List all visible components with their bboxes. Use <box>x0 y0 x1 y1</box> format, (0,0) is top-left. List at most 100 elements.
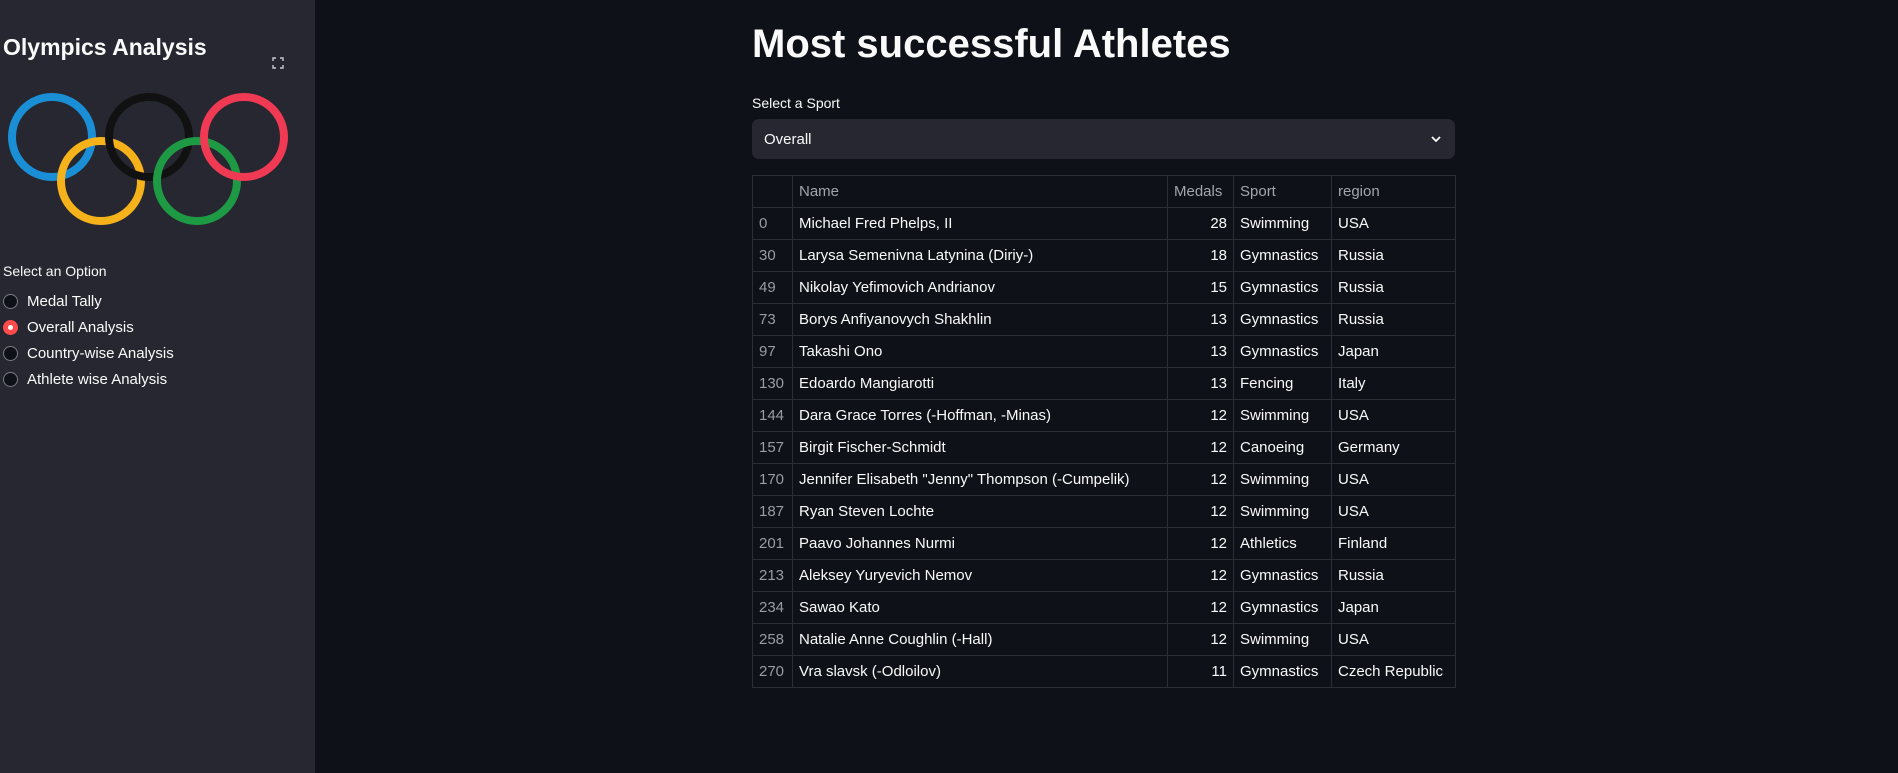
cell-name[interactable]: Michael Fred Phelps, II <box>792 207 1168 240</box>
cell-sport[interactable]: Swimming <box>1233 495 1332 528</box>
cell-medals[interactable]: 11 <box>1167 655 1234 688</box>
cell-name[interactable]: Takashi Ono <box>792 335 1168 368</box>
cell-region[interactable]: USA <box>1331 399 1456 432</box>
sport-select-value[interactable]: Overall <box>764 131 812 148</box>
cell-medals[interactable]: 12 <box>1167 527 1234 560</box>
cell-medals[interactable]: 12 <box>1167 399 1234 432</box>
athletes-table[interactable]: Name Medals Sport region 0 Michael Fred P… <box>752 175 1456 688</box>
chevron-down-icon[interactable] <box>1429 132 1443 146</box>
cell-name[interactable]: Edoardo Mangiarotti <box>792 367 1168 400</box>
column-header-region[interactable]: region <box>1331 175 1456 208</box>
cell-sport[interactable]: Gymnastics <box>1233 655 1332 688</box>
cell-region[interactable]: Russia <box>1331 239 1456 272</box>
cell-sport[interactable]: Gymnastics <box>1233 559 1332 592</box>
cell-name[interactable]: Aleksey Yuryevich Nemov <box>792 559 1168 592</box>
cell-index[interactable]: 234 <box>752 591 793 624</box>
column-header-index[interactable] <box>752 175 793 208</box>
cell-index[interactable]: 97 <box>752 335 793 368</box>
cell-name[interactable]: Nikolay Yefimovich Andrianov <box>792 271 1168 304</box>
radio-circle[interactable] <box>3 371 18 387</box>
cell-region[interactable]: Russia <box>1331 559 1456 592</box>
cell-index[interactable]: 201 <box>752 527 793 560</box>
cell-index[interactable]: 157 <box>752 431 793 464</box>
cell-region[interactable]: Germany <box>1331 431 1456 464</box>
cell-region[interactable]: Italy <box>1331 367 1456 400</box>
cell-sport[interactable]: Canoeing <box>1233 431 1332 464</box>
cell-region[interactable]: Russia <box>1331 303 1456 336</box>
cell-index[interactable]: 170 <box>752 463 793 496</box>
cell-medals[interactable]: 13 <box>1167 303 1234 336</box>
column-header-name[interactable]: Name <box>792 175 1168 208</box>
expand-icon[interactable] <box>265 51 291 75</box>
cell-medals[interactable]: 13 <box>1167 335 1234 368</box>
cell-sport[interactable]: Swimming <box>1233 399 1332 432</box>
cell-index[interactable]: 73 <box>752 303 793 336</box>
cell-region[interactable]: Russia <box>1331 271 1456 304</box>
cell-region[interactable]: USA <box>1331 463 1456 496</box>
cell-index[interactable]: 187 <box>752 495 793 528</box>
cell-medals[interactable]: 18 <box>1167 239 1234 272</box>
cell-name[interactable]: Jennifer Elisabeth "Jenny" Thompson (-Cu… <box>792 463 1168 496</box>
sport-select[interactable]: Overall <box>752 119 1455 159</box>
cell-medals[interactable]: 28 <box>1167 207 1234 240</box>
radio-circle[interactable] <box>3 293 18 309</box>
cell-region[interactable]: Finland <box>1331 527 1456 560</box>
radio-medal-tally[interactable]: Medal Tally <box>3 288 174 314</box>
cell-medals[interactable]: 15 <box>1167 271 1234 304</box>
cell-name[interactable]: Vra slavsk (-Odloilov) <box>792 655 1168 688</box>
cell-sport[interactable]: Swimming <box>1233 463 1332 496</box>
cell-index[interactable]: 144 <box>752 399 793 432</box>
cell-name[interactable]: Sawao Kato <box>792 591 1168 624</box>
cell-sport[interactable]: Gymnastics <box>1233 591 1332 624</box>
cell-index[interactable]: 30 <box>752 239 793 272</box>
cell-name[interactable]: Ryan Steven Lochte <box>792 495 1168 528</box>
table-row: 97 Takashi Ono 13 Gymnastics Japan <box>752 335 1456 368</box>
column-header-medals[interactable]: Medals <box>1167 175 1234 208</box>
cell-region[interactable]: Japan <box>1331 335 1456 368</box>
radio-label[interactable]: Athlete wise Analysis <box>27 371 167 388</box>
cell-medals[interactable]: 12 <box>1167 495 1234 528</box>
cell-medals[interactable]: 13 <box>1167 367 1234 400</box>
radio-label[interactable]: Overall Analysis <box>27 319 134 336</box>
radio-circle[interactable] <box>3 319 18 335</box>
radio-country-wise-analysis[interactable]: Country-wise Analysis <box>3 340 174 366</box>
cell-name[interactable]: Borys Anfiyanovych Shakhlin <box>792 303 1168 336</box>
cell-index[interactable]: 258 <box>752 623 793 656</box>
radio-athlete-wise-analysis[interactable]: Athlete wise Analysis <box>3 366 174 392</box>
table-row: 213 Aleksey Yuryevich Nemov 12 Gymnastics Ru… <box>752 559 1456 592</box>
cell-region[interactable]: USA <box>1331 495 1456 528</box>
cell-name[interactable]: Paavo Johannes Nurmi <box>792 527 1168 560</box>
cell-name[interactable]: Natalie Anne Coughlin (-Hall) <box>792 623 1168 656</box>
cell-name[interactable]: Dara Grace Torres (-Hoffman, -Minas) <box>792 399 1168 432</box>
radio-circle[interactable] <box>3 345 18 361</box>
cell-region[interactable]: USA <box>1331 623 1456 656</box>
cell-index[interactable]: 213 <box>752 559 793 592</box>
cell-sport[interactable]: Swimming <box>1233 623 1332 656</box>
cell-index[interactable]: 0 <box>752 207 793 240</box>
column-header-sport[interactable]: Sport <box>1233 175 1332 208</box>
cell-region[interactable]: Japan <box>1331 591 1456 624</box>
cell-medals[interactable]: 12 <box>1167 463 1234 496</box>
radio-label[interactable]: Country-wise Analysis <box>27 345 174 362</box>
cell-region[interactable]: USA <box>1331 207 1456 240</box>
cell-name[interactable]: Birgit Fischer-Schmidt <box>792 431 1168 464</box>
cell-name[interactable]: Larysa Semenivna Latynina (Diriy-) <box>792 239 1168 272</box>
cell-medals[interactable]: 12 <box>1167 591 1234 624</box>
cell-sport[interactable]: Gymnastics <box>1233 271 1332 304</box>
cell-index[interactable]: 270 <box>752 655 793 688</box>
cell-sport[interactable]: Gymnastics <box>1233 335 1332 368</box>
cell-medals[interactable]: 12 <box>1167 623 1234 656</box>
cell-medals[interactable]: 12 <box>1167 559 1234 592</box>
cell-sport[interactable]: Athletics <box>1233 527 1332 560</box>
cell-index[interactable]: 49 <box>752 271 793 304</box>
radio-label[interactable]: Medal Tally <box>27 293 102 310</box>
cell-sport[interactable]: Gymnastics <box>1233 303 1332 336</box>
cell-sport[interactable]: Fencing <box>1233 367 1332 400</box>
cell-region[interactable]: Czech Republic <box>1331 655 1456 688</box>
cell-medals[interactable]: 12 <box>1167 431 1234 464</box>
cell-sport[interactable]: Swimming <box>1233 207 1332 240</box>
table-row: 187 Ryan Steven Lochte 12 Swimming USA <box>752 495 1456 528</box>
cell-index[interactable]: 130 <box>752 367 793 400</box>
cell-sport[interactable]: Gymnastics <box>1233 239 1332 272</box>
radio-overall-analysis[interactable]: Overall Analysis <box>3 314 174 340</box>
